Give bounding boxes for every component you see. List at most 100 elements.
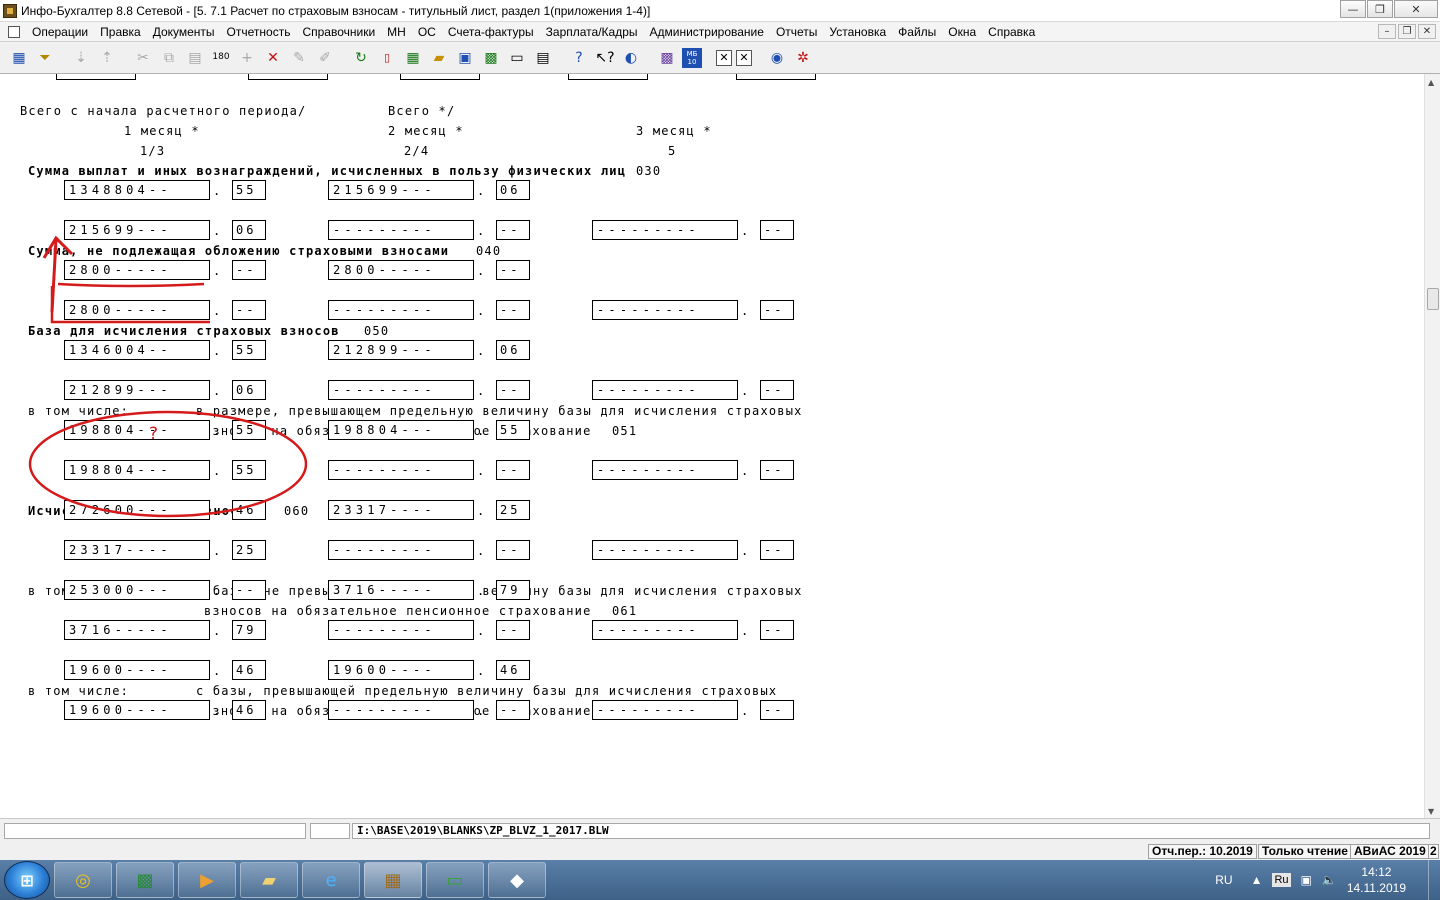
field-fraction-col2[interactable]: 55 xyxy=(496,420,530,440)
print-icon[interactable]: ▭ xyxy=(506,47,528,69)
field-fraction-col1[interactable]: 55 xyxy=(232,340,266,360)
menu-help[interactable]: Справка xyxy=(982,25,1041,39)
maximize-button[interactable]: ❐ xyxy=(1367,0,1393,18)
field-integer-col1[interactable]: 212899--- xyxy=(64,380,210,400)
refresh-icon[interactable]: ↻ xyxy=(350,47,372,69)
start-button[interactable]: ⊞ xyxy=(4,861,50,899)
field-integer-col3[interactable]: --------- xyxy=(592,380,738,400)
menu-files[interactable]: Файлы xyxy=(892,25,942,39)
info-buhgalter-taskbar-icon[interactable]: ▦ xyxy=(364,862,422,898)
field-fraction-col2[interactable]: 25 xyxy=(496,500,530,520)
field-fraction-col3[interactable]: -- xyxy=(760,300,794,320)
field-fraction-col2[interactable]: 06 xyxy=(496,340,530,360)
internet-explorer-taskbar-icon[interactable]: e xyxy=(302,862,360,898)
field-fraction-col2[interactable]: -- xyxy=(496,540,530,560)
field-integer-col2[interactable]: --------- xyxy=(328,620,474,640)
field-fraction-col1[interactable]: 06 xyxy=(232,380,266,400)
scroll-down-icon[interactable]: ▼ xyxy=(1428,807,1434,816)
field-fraction-col1[interactable]: 46 xyxy=(232,660,266,680)
cut-icon[interactable]: ✂ xyxy=(132,47,154,69)
field-integer-col2[interactable]: --------- xyxy=(328,220,474,240)
field-integer-col2[interactable]: 215699--- xyxy=(328,180,474,200)
field-integer-col3[interactable]: --------- xyxy=(592,620,738,640)
menu-admin[interactable]: Администрирование xyxy=(644,25,770,39)
field-integer-col2[interactable]: --------- xyxy=(328,380,474,400)
field-integer-col1[interactable]: 1346004-- xyxy=(64,340,210,360)
network-tray-icon[interactable]: ▣ xyxy=(1301,873,1312,887)
mdi-close-button[interactable]: ✕ xyxy=(1418,24,1436,39)
field-fraction-col1[interactable]: 55 xyxy=(232,460,266,480)
excel-icon[interactable]: ▩ xyxy=(480,47,502,69)
field-fraction-col2[interactable]: -- xyxy=(496,300,530,320)
network-app-taskbar-icon[interactable]: ◆ xyxy=(488,862,546,898)
calculator-icon[interactable]: ▦ xyxy=(402,47,424,69)
menu-edit[interactable]: Правка xyxy=(94,25,147,39)
clock[interactable]: 14:12 14.11.2019 xyxy=(1347,864,1406,896)
pdf-icon[interactable]: ▯ xyxy=(376,47,398,69)
field-integer-col1[interactable]: 2800----- xyxy=(64,300,210,320)
field-fraction-col1[interactable]: 06 xyxy=(232,220,266,240)
field-integer-col1[interactable]: 253000--- xyxy=(64,580,210,600)
menu-references[interactable]: Справочники xyxy=(296,25,381,39)
field-integer-col3[interactable]: --------- xyxy=(592,460,738,480)
mb10-icon[interactable]: МБ 10 xyxy=(682,47,702,68)
sort-desc-icon[interactable]: ⇡ xyxy=(96,47,118,69)
menu-documents[interactable]: Документы xyxy=(147,25,221,39)
field-fraction-col3[interactable]: -- xyxy=(760,620,794,640)
field-integer-col3[interactable]: --------- xyxy=(592,700,738,720)
field-integer-col2[interactable]: 3716----- xyxy=(328,580,474,600)
field-integer-col2[interactable]: --------- xyxy=(328,700,474,720)
vertical-scrollbar[interactable]: ▲ ▼ xyxy=(1424,74,1440,818)
field-fraction-col3[interactable]: -- xyxy=(760,380,794,400)
field-fraction-col1[interactable]: 46 xyxy=(232,700,266,720)
volume-tray-icon[interactable]: 🔈 xyxy=(1322,873,1337,887)
field-fraction-col1[interactable]: 55 xyxy=(232,180,266,200)
field-fraction-col2[interactable]: -- xyxy=(496,700,530,720)
copy-icon[interactable]: ⧉ xyxy=(158,47,180,69)
menu-mn[interactable]: МН xyxy=(381,25,412,39)
field-integer-col3[interactable]: --------- xyxy=(592,300,738,320)
form-view-icon[interactable]: ▦ xyxy=(8,47,30,69)
edit2-icon[interactable]: ✐ xyxy=(314,47,336,69)
field-fraction-col2[interactable]: 46 xyxy=(496,660,530,680)
field-integer-col1[interactable]: 272600--- xyxy=(64,500,210,520)
field-fraction-col2[interactable]: -- xyxy=(496,460,530,480)
field-fraction-col1[interactable]: 79 xyxy=(232,620,266,640)
menu-operations[interactable]: Операции xyxy=(26,25,94,39)
field-integer-col2[interactable]: 19600---- xyxy=(328,660,474,680)
close-button[interactable]: ✕ xyxy=(1394,0,1438,18)
field-fraction-col1[interactable]: 46 xyxy=(232,500,266,520)
field-fraction-col3[interactable]: -- xyxy=(760,460,794,480)
field-integer-col2[interactable]: 2800----- xyxy=(328,260,474,280)
context-help-icon[interactable]: ↖? xyxy=(594,47,616,69)
menu-setup[interactable]: Установка xyxy=(823,25,892,39)
field-integer-col2[interactable]: --------- xyxy=(328,460,474,480)
paste-icon[interactable]: ▤ xyxy=(184,47,206,69)
field-integer-col1[interactable]: 23317---- xyxy=(64,540,210,560)
field-fraction-col2[interactable]: -- xyxy=(496,260,530,280)
field-fraction-col2[interactable]: -- xyxy=(496,380,530,400)
menu-payroll[interactable]: Зарплата/Кадры xyxy=(540,25,644,39)
field-integer-col1[interactable]: 2800----- xyxy=(64,260,210,280)
field-fraction-col2[interactable]: -- xyxy=(496,220,530,240)
chrome-taskbar-icon[interactable]: ◎ xyxy=(54,862,112,898)
field-fraction-col1[interactable]: -- xyxy=(232,260,266,280)
field-integer-col1[interactable]: 198804--- xyxy=(64,420,210,440)
close-all-icon[interactable]: ✕ xyxy=(736,49,752,66)
globe-icon[interactable]: ◉ xyxy=(766,47,788,69)
scroll-thumb[interactable] xyxy=(1427,288,1439,310)
field-fraction-col2[interactable]: -- xyxy=(496,620,530,640)
ime-indicator[interactable]: Ru xyxy=(1272,873,1291,887)
file-explorer-taskbar-icon[interactable]: ▰ xyxy=(240,862,298,898)
field-fraction-col3[interactable]: -- xyxy=(760,700,794,720)
field-fraction-col2[interactable]: 06 xyxy=(496,180,530,200)
filter-icon[interactable]: ⏷ xyxy=(34,47,56,69)
field-fraction-col1[interactable]: 25 xyxy=(232,540,266,560)
menu-invoices[interactable]: Счета-фактуры xyxy=(442,25,540,39)
field-fraction-col3[interactable]: -- xyxy=(760,540,794,560)
network-icon[interactable]: ✲ xyxy=(792,47,814,69)
chip-icon[interactable]: ▩ xyxy=(656,47,678,69)
minimize-button[interactable]: — xyxy=(1340,0,1366,18)
compass-icon[interactable]: ◐ xyxy=(620,47,642,69)
save-icon[interactable]: ▣ xyxy=(454,47,476,69)
